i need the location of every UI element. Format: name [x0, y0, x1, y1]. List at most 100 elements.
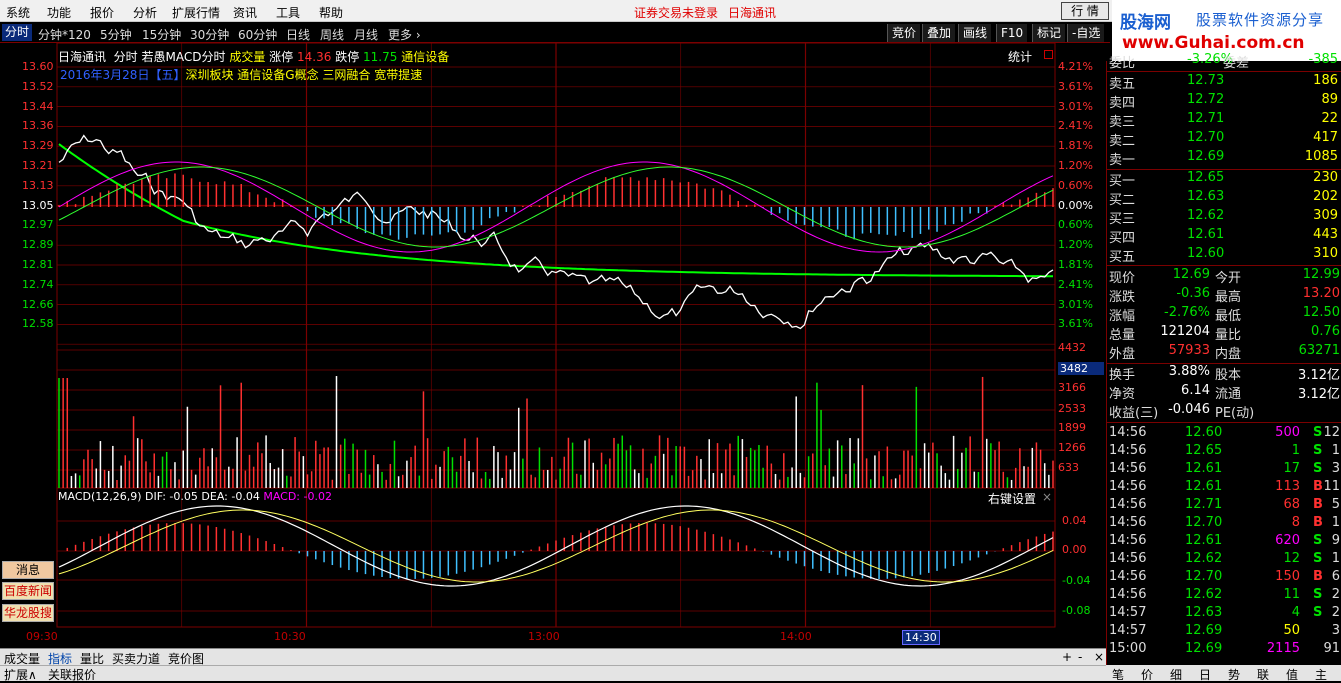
sell-level-row[interactable]: 卖三 12.71 22	[1107, 111, 1341, 130]
overlay-button[interactable]: 叠加	[922, 24, 956, 42]
menu-quote[interactable]: 报价	[90, 4, 114, 21]
detail-tab[interactable]: 势	[1228, 666, 1240, 683]
weibi-label: 委比	[1109, 56, 1136, 71]
tick-volume: 68	[1283, 497, 1300, 512]
time-tick-label: 09:30	[26, 630, 58, 643]
close-panel-button[interactable]: ×	[1094, 650, 1104, 664]
detail-tab[interactable]: 联	[1257, 666, 1269, 683]
header-limit-down: 11.75	[363, 50, 398, 64]
detail-tab[interactable]: 细	[1170, 666, 1182, 683]
header-sector[interactable]: 通信设备	[401, 50, 449, 64]
tick-price: 12.62	[1185, 587, 1223, 602]
stat-label: 涨跌	[1109, 290, 1136, 305]
tab-15min[interactable]: 15分钟	[142, 26, 181, 43]
detail-tab[interactable]: 值	[1286, 666, 1298, 683]
tick-volume: 113	[1275, 479, 1300, 494]
tick-volume: 12	[1283, 551, 1300, 566]
draw-button[interactable]: 画线	[958, 24, 992, 42]
quote-mode-button[interactable]: 行 情	[1061, 2, 1109, 20]
self-select-button[interactable]: -自选	[1067, 24, 1105, 42]
news-button[interactable]: 消息	[2, 561, 54, 579]
buy-level-row[interactable]: 买五 12.60 310	[1107, 246, 1341, 265]
percent-tick-label: 0.60%	[1058, 178, 1093, 192]
zoom-out-button[interactable]: -	[1078, 650, 1082, 664]
f10-button[interactable]: F10	[996, 24, 1028, 42]
tab-30min[interactable]: 30分钟	[190, 26, 229, 43]
buy-level-price: 12.61	[1187, 227, 1225, 242]
tick-volume: 2115	[1266, 641, 1300, 656]
stats-button[interactable]: 统计	[1008, 48, 1032, 65]
baidu-news-button[interactable]: 百度新闻	[2, 582, 54, 600]
mark-button[interactable]: 标记	[1032, 24, 1066, 42]
price-tick-label: 12.81	[22, 258, 54, 271]
menu-function[interactable]: 功能	[47, 4, 71, 21]
tab-more[interactable]: 更多 ›	[388, 26, 421, 43]
detail-tab[interactable]: 价	[1141, 666, 1153, 683]
sell-level-row[interactable]: 卖四 12.72 89	[1107, 92, 1341, 111]
detail-tab[interactable]: 笔	[1112, 666, 1124, 683]
buy-level-row[interactable]: 买二 12.63 202	[1107, 189, 1341, 208]
percent-tick-label: 3.01%	[1058, 99, 1093, 113]
tick-row: 14:56 12.61 17 S 3	[1107, 461, 1341, 479]
detail-tab[interactable]: 主	[1315, 666, 1327, 683]
tick-side: S	[1313, 551, 1323, 566]
tab-intraday[interactable]: 分时	[2, 24, 33, 41]
price-tick-label: 12.89	[22, 238, 54, 252]
macd-settings[interactable]: 右键设置	[988, 490, 1036, 507]
sell-level-volume: 22	[1321, 111, 1338, 126]
time-tick-label: 14:00	[780, 630, 812, 643]
tab-extend[interactable]: 扩展∧	[4, 666, 37, 683]
buy-level-price: 12.62	[1187, 208, 1225, 223]
macd-close-icon[interactable]: ×	[1042, 490, 1052, 504]
zoom-in-button[interactable]: +	[1062, 650, 1072, 664]
tick-count: 3	[1331, 461, 1340, 476]
stat-value: 57933	[1168, 343, 1210, 358]
percent-tick-label: 1.20%	[1058, 159, 1093, 172]
volume-tick-label: 2533	[1058, 402, 1086, 415]
tab-monthly[interactable]: 月线	[354, 26, 378, 43]
menu-system[interactable]: 系统	[6, 4, 30, 21]
tick-price: 12.69	[1185, 623, 1223, 638]
sell-level-row[interactable]: 卖五 12.73 186	[1107, 73, 1341, 92]
sell-level-row[interactable]: 卖二 12.70 417	[1107, 130, 1341, 149]
divider	[1107, 71, 1341, 72]
stat-label: 净资	[1109, 387, 1136, 402]
menu-extended-quotes[interactable]: 扩展行情	[172, 4, 220, 21]
buy-level-row[interactable]: 买一 12.65 230	[1107, 170, 1341, 189]
header-indicator[interactable]: 若愚MACD分时	[142, 50, 226, 64]
stat-value: -0.36	[1176, 286, 1210, 301]
sell-level-label: 卖三	[1109, 115, 1136, 130]
auction-button[interactable]: 竞价	[887, 24, 921, 42]
weicha-label: 委差	[1223, 56, 1250, 71]
detail-tab[interactable]: 日	[1199, 666, 1211, 683]
menu-tools[interactable]: 工具	[276, 4, 300, 21]
sell-level-price: 12.70	[1187, 130, 1225, 145]
concept-date: 2016年3月28日	[60, 68, 150, 82]
menu-news[interactable]: 资讯	[233, 4, 257, 21]
hualong-search-button[interactable]: 华龙股搜	[2, 604, 54, 622]
tab-5min[interactable]: 5分钟	[100, 26, 132, 43]
percent-tick-label: 1.81%	[1058, 258, 1093, 271]
buy-level-row[interactable]: 买四 12.61 443	[1107, 227, 1341, 246]
sell-level-row[interactable]: 卖一 12.69 1085	[1107, 149, 1341, 168]
intraday-chart[interactable]	[0, 43, 1106, 648]
tab-daily[interactable]: 日线	[286, 26, 310, 43]
tab-60min[interactable]: 60分钟	[238, 26, 277, 43]
stat-label: 最低	[1215, 309, 1242, 324]
tab-related-quotes[interactable]: 关联报价	[48, 666, 96, 683]
tick-time: 14:56	[1109, 461, 1147, 476]
stat-value: 0.76	[1311, 324, 1340, 339]
buy-level-row[interactable]: 买三 12.62 309	[1107, 208, 1341, 227]
login-status[interactable]: 证券交易未登录	[634, 4, 718, 21]
concept-line: 2016年3月28日【五】深圳板块 通信设备G概念 三网融合 宽带提速	[60, 66, 422, 83]
tab-weekly[interactable]: 周线	[320, 26, 344, 43]
time-tick-label: 10:30	[274, 630, 306, 643]
stat-label: 内盘	[1215, 347, 1242, 362]
stats-checkbox[interactable]	[1044, 50, 1053, 59]
menu-analysis[interactable]: 分析	[133, 4, 157, 21]
tick-time: 14:56	[1109, 443, 1147, 458]
header-mode: 分时	[113, 50, 138, 64]
menu-help[interactable]: 帮助	[319, 4, 343, 21]
tab-minute-120[interactable]: 分钟*120	[38, 26, 91, 43]
sell-level-volume: 1085	[1304, 149, 1338, 164]
